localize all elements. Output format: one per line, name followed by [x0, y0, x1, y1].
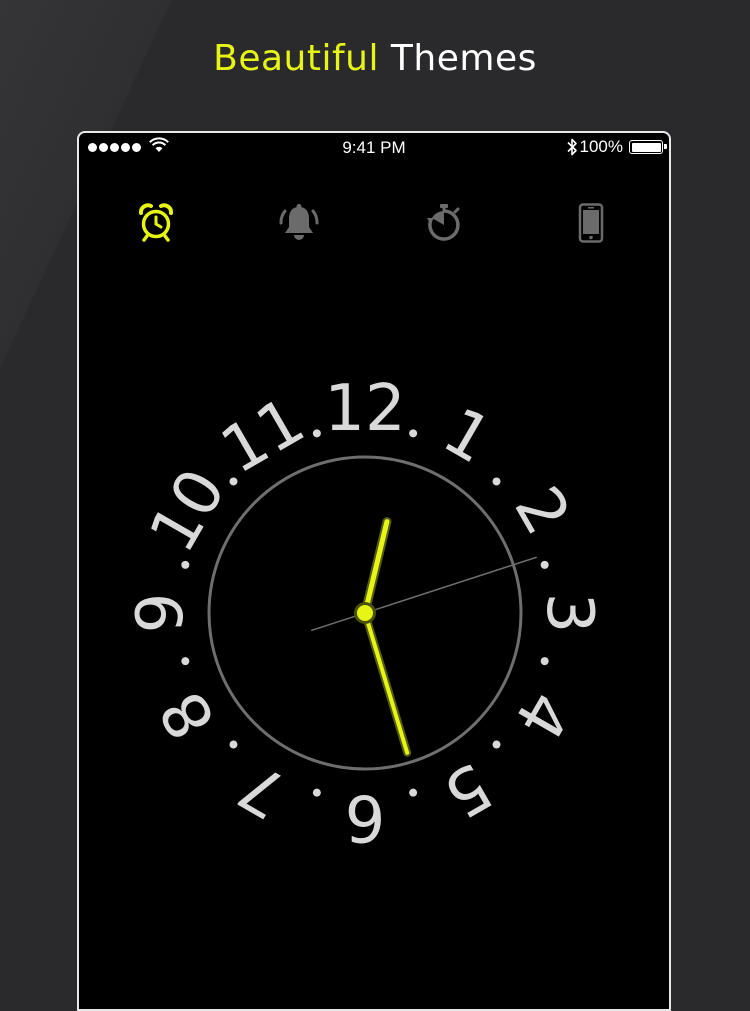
- clock-marker-dot: [492, 740, 501, 749]
- clock-numeral-12: 12: [324, 372, 405, 446]
- clock-numeral-2: 2: [499, 475, 583, 547]
- clock-marker-dot: [312, 788, 321, 797]
- clock-marker-dot: [181, 560, 190, 569]
- clock-numeral-10: 10: [136, 457, 241, 565]
- clock-marker-dot: [229, 740, 238, 749]
- clock-numeral-1: 1: [431, 394, 503, 478]
- phone-screen: 9:41 PM 100% 12 1 2 3 4 5 6 7 8 9 10 11: [77, 131, 671, 1011]
- hub: [357, 605, 373, 621]
- hour-hand: [360, 517, 392, 618]
- clock-numeral-9: 9: [124, 593, 198, 634]
- analog-clock: 12 12 3 45678 9 1011: [124, 372, 606, 854]
- page-title: Beautiful Themes: [0, 38, 750, 79]
- minute-hand: [361, 609, 412, 757]
- clock-marker-dot: [409, 429, 418, 438]
- clock-marker-dot: [181, 657, 190, 666]
- clock-numeral-11: 11: [209, 384, 317, 489]
- clock-numeral-7: 7: [227, 747, 299, 831]
- clock-marker-dot: [409, 788, 418, 797]
- clock-marker-dot: [540, 560, 549, 569]
- second-hand: [310, 556, 537, 632]
- clock-marker-dot: [229, 477, 238, 486]
- headline-rest: Themes: [390, 38, 537, 79]
- clock-marker-dot: [312, 429, 321, 438]
- clock-numeral-5: 5: [431, 747, 503, 831]
- clock-numeral-4: 4: [499, 679, 583, 751]
- clock-numeral-8: 8: [146, 679, 230, 751]
- clock-numeral-3: 3: [532, 593, 606, 634]
- clock-marker-dot: [492, 477, 501, 486]
- clock-numeral-6: 6: [345, 780, 386, 854]
- headline-accent: Beautiful: [213, 38, 379, 79]
- clock-marker-dot: [540, 657, 549, 666]
